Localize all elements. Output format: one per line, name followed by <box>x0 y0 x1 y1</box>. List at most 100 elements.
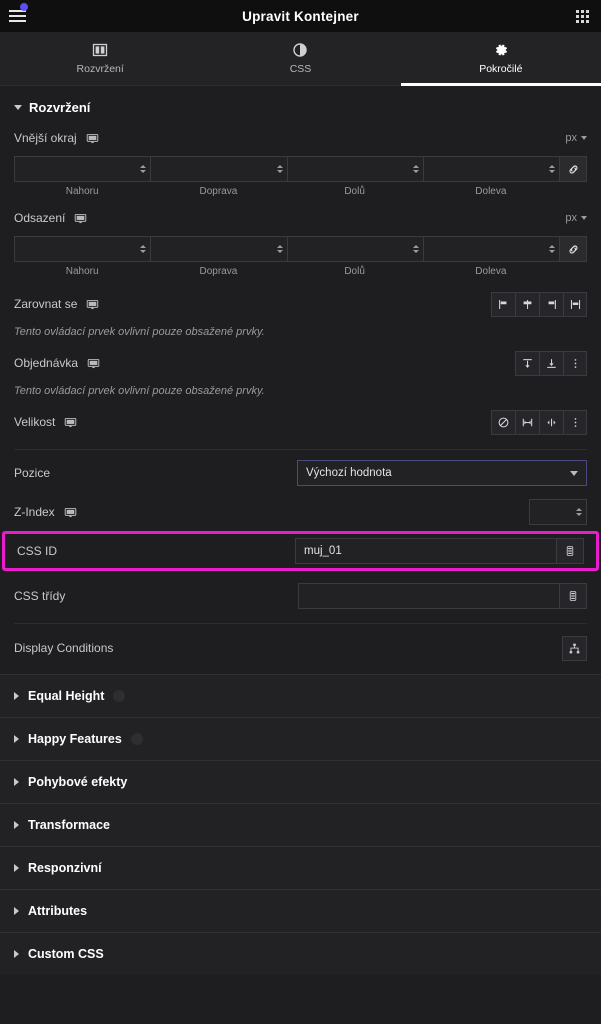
margin-left-stepper[interactable] <box>549 165 555 173</box>
zindex-stepper[interactable] <box>576 508 582 516</box>
accordion-list: Equal Height Happy Features Pohybové efe… <box>0 674 601 975</box>
order-hint: Tento ovládací prvek ovlivní pouze obsaž… <box>14 385 265 397</box>
position-label: Pozice <box>14 466 51 480</box>
top-bar: Upravit Kontejner <box>0 0 601 32</box>
padding-right-input[interactable] <box>151 237 287 261</box>
display-conditions-button[interactable] <box>562 635 587 661</box>
size-none-button[interactable] <box>491 409 515 435</box>
align-start-button[interactable] <box>491 291 515 317</box>
desktop-monitor-icon[interactable] <box>87 357 100 370</box>
control-position: Pozice Výchozí hodnota <box>0 450 601 488</box>
align-label: Zarovnat se <box>14 297 78 311</box>
desktop-monitor-icon[interactable] <box>86 298 99 311</box>
caret-down-icon <box>14 105 22 110</box>
css-id-field-wrap <box>295 538 557 564</box>
chevron-down-icon <box>581 136 587 140</box>
margin-bottom-stepper[interactable] <box>412 165 419 173</box>
padding-unit-selector[interactable]: px <box>565 212 587 224</box>
section-title: Rozvržení <box>29 100 91 115</box>
padding-right-stepper[interactable] <box>276 245 283 253</box>
tab-css[interactable]: CSS <box>200 32 400 85</box>
align-end-button[interactable] <box>539 291 563 317</box>
padding-top-input[interactable] <box>15 237 151 261</box>
grid-apps-icon[interactable] <box>571 5 593 27</box>
tab-layout-label: Rozvržení <box>76 63 124 75</box>
accordion-happy-features[interactable]: Happy Features <box>0 717 601 760</box>
accordion-equal-height[interactable]: Equal Height <box>0 674 601 717</box>
desktop-monitor-icon[interactable] <box>64 506 77 519</box>
padding-bottom-input[interactable] <box>287 237 423 261</box>
padding-top-stepper[interactable] <box>140 245 147 253</box>
gear-icon <box>495 44 507 56</box>
margin-left-label: Doleva <box>475 186 507 197</box>
accordion-custom-css[interactable]: Custom CSS <box>0 932 601 975</box>
accordion-label: Transformace <box>28 818 110 832</box>
tab-advanced[interactable]: Pokročilé <box>400 32 601 86</box>
size-full-width-button[interactable] <box>515 409 539 435</box>
align-center-button[interactable] <box>515 291 539 317</box>
desktop-monitor-icon[interactable] <box>86 132 99 145</box>
hamburger-menu-button[interactable] <box>0 0 34 32</box>
desktop-monitor-icon[interactable] <box>64 416 77 429</box>
caret-right-icon <box>14 950 19 958</box>
link-icon <box>569 245 577 253</box>
margin-link-values-button[interactable] <box>559 156 587 182</box>
css-classes-dynamic-button[interactable] <box>560 583 587 609</box>
margin-top-label: Nahoru <box>65 186 99 197</box>
margin-right-input-wrap <box>150 156 287 182</box>
margin-left-input-wrap <box>422 156 559 182</box>
section-header-layout[interactable]: Rozvržení <box>0 86 601 125</box>
css-classes-input[interactable] <box>299 584 559 608</box>
desktop-monitor-icon[interactable] <box>74 212 87 225</box>
margin-right-stepper[interactable] <box>276 165 283 173</box>
tab-layout[interactable]: Rozvržení <box>0 32 200 85</box>
order-first-button[interactable] <box>515 350 539 376</box>
accordion-motion-effects[interactable]: Pohybové efekty <box>0 760 601 803</box>
size-fit-content-button[interactable] <box>539 409 563 435</box>
margin-top-input[interactable] <box>15 157 151 181</box>
caret-right-icon <box>14 864 19 872</box>
padding-left-stepper[interactable] <box>549 245 555 253</box>
control-order: Objednávka Tento ovládací prvek ovlivní … <box>0 344 601 403</box>
accordion-attributes[interactable]: Attributes <box>0 889 601 932</box>
order-last-button[interactable] <box>539 350 563 376</box>
margin-left-input[interactable] <box>423 157 559 181</box>
caret-right-icon <box>14 692 19 700</box>
accordion-transform[interactable]: Transformace <box>0 803 601 846</box>
padding-left-input-wrap <box>422 236 559 262</box>
margin-unit-selector[interactable]: px <box>565 132 587 144</box>
align-center-icon <box>523 299 532 309</box>
tab-advanced-label: Pokročilé <box>479 63 523 75</box>
size-more-options-button[interactable] <box>563 409 587 435</box>
css-id-dynamic-button[interactable] <box>557 538 584 564</box>
padding-link-values-button[interactable] <box>559 236 587 262</box>
accordion-label: Attributes <box>28 904 88 918</box>
padding-left-input[interactable] <box>423 237 559 261</box>
align-stretch-button[interactable] <box>563 291 587 317</box>
tab-css-label: CSS <box>289 63 312 75</box>
caret-right-icon <box>14 778 19 786</box>
css-id-input[interactable] <box>296 539 556 563</box>
align-button-group <box>491 291 587 317</box>
caret-right-icon <box>14 821 19 829</box>
chevron-down-icon <box>570 470 578 476</box>
chevron-down-icon <box>581 216 587 220</box>
control-css-id: CSS ID <box>17 538 584 564</box>
display-conditions-label: Display Conditions <box>14 641 114 655</box>
align-end-icon <box>548 299 556 309</box>
margin-bottom-input[interactable] <box>287 157 423 181</box>
contrast-circle-icon <box>293 43 308 57</box>
page-title: Upravit Kontejner <box>242 8 359 24</box>
position-select[interactable]: Výchozí hodnota <box>297 460 587 486</box>
margin-top-stepper[interactable] <box>140 165 147 173</box>
accordion-responsive[interactable]: Responzivní <box>0 846 601 889</box>
zindex-input-wrap <box>529 499 587 525</box>
order-more-options-button[interactable] <box>563 350 587 376</box>
padding-bottom-stepper[interactable] <box>412 245 419 253</box>
padding-label: Odsazení <box>14 211 66 225</box>
padding-bottom-label: Dolů <box>344 266 365 277</box>
accordion-label: Responzivní <box>28 861 102 875</box>
margin-right-input[interactable] <box>151 157 287 181</box>
database-stack-icon <box>569 591 577 601</box>
padding-unit-value: px <box>565 212 577 224</box>
